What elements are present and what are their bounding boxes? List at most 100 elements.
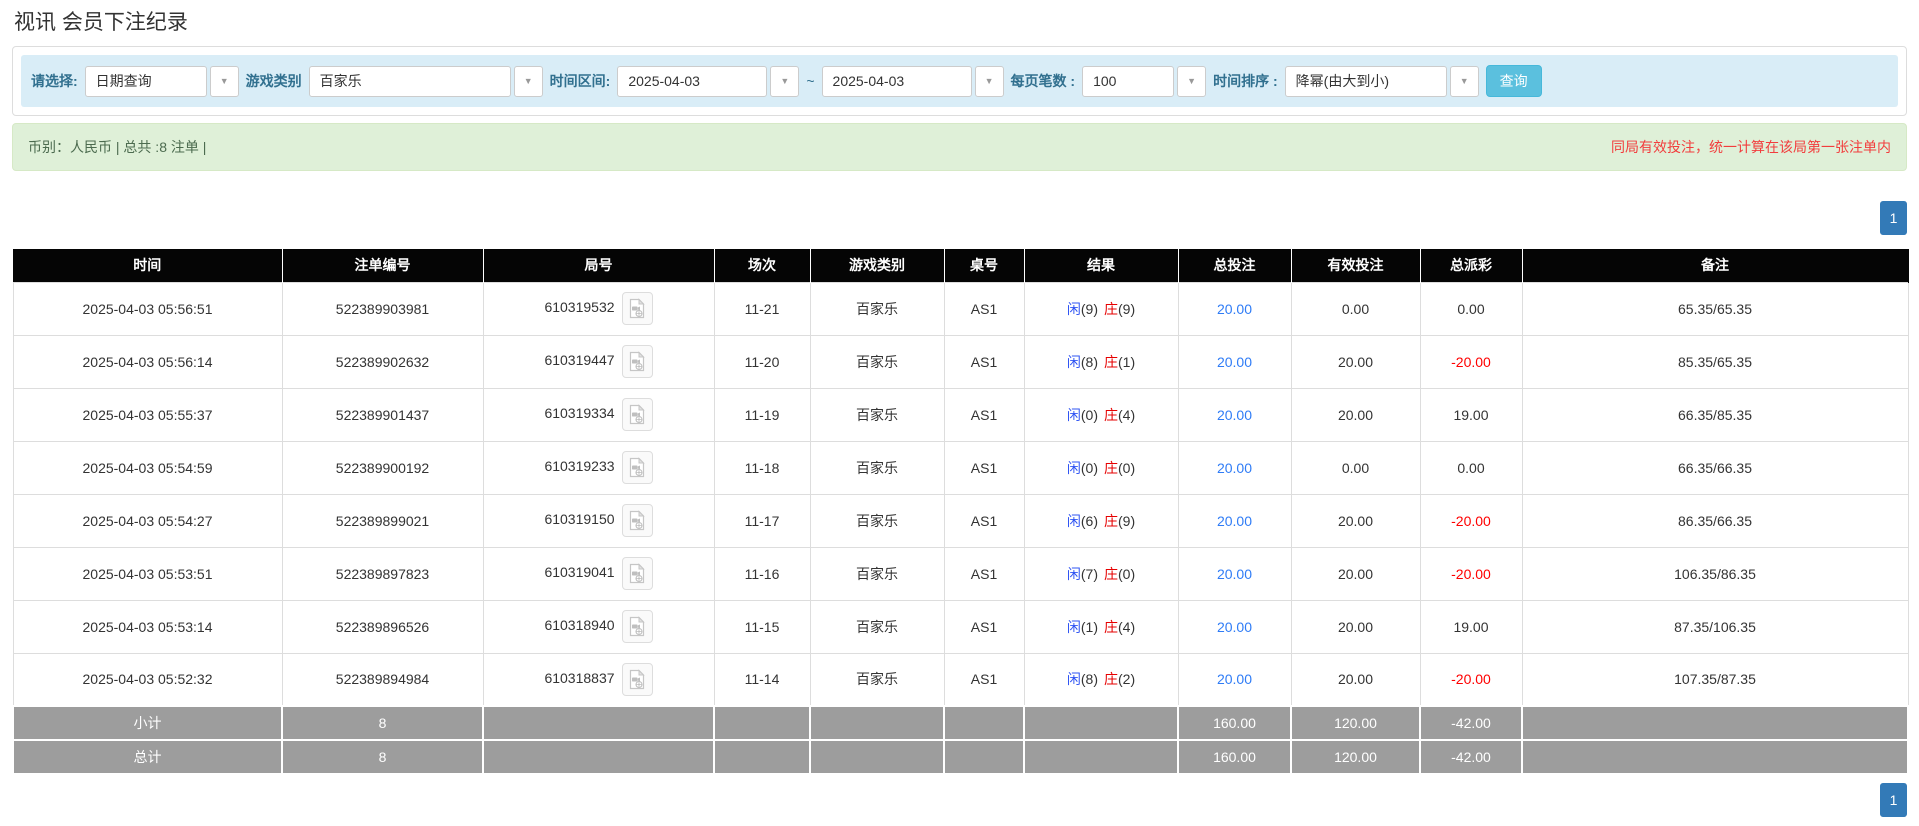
cell-round-no: 610318837 xyxy=(544,669,615,686)
cell-round-no: 610319041 xyxy=(544,564,615,581)
time-range-label: 时间区间: xyxy=(549,73,611,89)
total-bet-link[interactable]: 20.00 xyxy=(1217,513,1252,529)
round-video-button[interactable] xyxy=(621,398,653,431)
cell-total-bet: 20.00 xyxy=(1177,440,1292,495)
result-player-label: 闲 xyxy=(1066,671,1081,688)
result-banker-label: 庄 xyxy=(1104,300,1118,317)
cell-time: 2025-04-03 05:56:51 xyxy=(12,281,283,336)
round-video-button[interactable] xyxy=(621,662,653,696)
column-header: 桌号 xyxy=(944,249,1025,282)
game-category-value[interactable]: 百家乐 xyxy=(308,65,511,97)
round-video-button[interactable] xyxy=(621,345,653,378)
cell-total-bet: 20.00 xyxy=(1177,281,1292,336)
column-header: 局号 xyxy=(483,249,715,282)
cell-result: 闲(7) 庄(0) xyxy=(1023,546,1179,601)
pagination-top: 1 xyxy=(12,201,1907,235)
chevron-down-icon[interactable]: ▼ xyxy=(1449,65,1479,97)
round-video-button[interactable] xyxy=(621,610,653,643)
result-player-value: (0) xyxy=(1080,459,1098,476)
select-type-value[interactable]: 日期查询 xyxy=(84,65,207,97)
valid-bet-notice-text: 同局有效投注，统一计算在该局第一张注单内 xyxy=(1611,139,1891,155)
result-banker-value: (1) xyxy=(1118,353,1136,370)
cell-round: 610319041 xyxy=(482,546,715,601)
summary-valid-bet: 120.00 xyxy=(1290,739,1421,775)
page-button-1[interactable]: 1 xyxy=(1880,201,1907,235)
cell-remark: 66.35/66.35 xyxy=(1521,440,1909,495)
cell-result: 闲(1) 庄(4) xyxy=(1023,599,1179,654)
total-bet-link[interactable]: 20.00 xyxy=(1217,354,1252,370)
select-type-dropdown[interactable]: 日期查询 ▼ xyxy=(84,65,239,97)
cell-game: 百家乐 xyxy=(809,599,945,654)
summary-payout: -42.00 xyxy=(1419,739,1523,775)
total-bet-link[interactable]: 20.00 xyxy=(1217,671,1252,687)
cell-payout: -20.00 xyxy=(1419,546,1523,601)
result-banker-label: 庄 xyxy=(1104,459,1118,476)
cell-round: 610319233 xyxy=(482,440,715,495)
summary-label: 小计 xyxy=(12,705,283,741)
page-size-value[interactable]: 100 xyxy=(1082,65,1175,97)
summary-empty-cell xyxy=(1521,739,1909,775)
round-video-button[interactable] xyxy=(621,557,653,590)
page-root: 视讯 会员下注纪录 请选择: 日期查询 ▼ 游戏类别 百家乐 ▼ 时间区间: 2… xyxy=(0,0,1919,817)
cell-table-no: AS1 xyxy=(943,440,1025,495)
chevron-down-icon[interactable]: ▼ xyxy=(513,65,543,97)
cell-session: 11-17 xyxy=(713,493,811,548)
chevron-down-icon[interactable]: ▼ xyxy=(1177,65,1207,97)
query-button[interactable]: 查询 xyxy=(1485,65,1542,97)
date-to-dropdown[interactable]: 2025-04-03 ▼ xyxy=(821,65,1004,97)
cell-bet-no: 522389901437 xyxy=(281,387,484,442)
result-player-label: 闲 xyxy=(1066,512,1081,529)
date-from-value[interactable]: 2025-04-03 xyxy=(617,65,768,97)
table-row: 2025-04-03 05:53:51 522389897823 6103190… xyxy=(12,546,1909,601)
table-row: 2025-04-03 05:56:51 522389903981 6103195… xyxy=(12,281,1909,336)
game-category-dropdown[interactable]: 百家乐 ▼ xyxy=(308,65,543,97)
summary-row: 总计 8 160.00 120.00 -42.00 xyxy=(12,739,1909,775)
cell-round: 610319447 xyxy=(482,334,715,389)
result-player-value: (8) xyxy=(1080,353,1098,370)
cell-valid-bet: 20.00 xyxy=(1290,493,1421,548)
round-video-button[interactable] xyxy=(621,451,653,484)
table-row: 2025-04-03 05:54:59 522389900192 6103192… xyxy=(12,440,1909,495)
summary-empty-cell xyxy=(943,705,1025,741)
time-sort-value[interactable]: 降幂(由大到小) xyxy=(1284,65,1447,97)
chevron-down-icon[interactable]: ▼ xyxy=(209,65,239,97)
cell-session: 11-14 xyxy=(713,652,811,707)
summary-empty-cell xyxy=(943,739,1025,775)
cell-bet-no: 522389903981 xyxy=(281,281,484,336)
total-bet-link[interactable]: 20.00 xyxy=(1217,301,1252,317)
table-row: 2025-04-03 05:55:37 522389901437 6103193… xyxy=(12,387,1909,442)
cell-table-no: AS1 xyxy=(943,546,1025,601)
table-row: 2025-04-03 05:54:27 522389899021 6103191… xyxy=(12,493,1909,548)
column-header: 时间 xyxy=(13,249,283,282)
cell-payout: 0.00 xyxy=(1419,440,1523,495)
cell-time: 2025-04-03 05:54:27 xyxy=(12,493,283,548)
cell-valid-bet: 20.00 xyxy=(1290,334,1421,389)
round-video-button[interactable] xyxy=(621,292,653,325)
chevron-down-icon[interactable]: ▼ xyxy=(974,65,1004,97)
summary-total-bet: 160.00 xyxy=(1177,739,1292,775)
cell-valid-bet: 0.00 xyxy=(1290,281,1421,336)
cell-game: 百家乐 xyxy=(809,493,945,548)
time-sort-label: 时间排序 : xyxy=(1213,73,1278,89)
date-from-dropdown[interactable]: 2025-04-03 ▼ xyxy=(617,65,800,97)
result-player-value: (9) xyxy=(1080,300,1098,317)
result-player-label: 闲 xyxy=(1066,618,1081,635)
page-size-dropdown[interactable]: 100 ▼ xyxy=(1082,65,1207,97)
chevron-down-icon[interactable]: ▼ xyxy=(770,65,800,97)
total-bet-link[interactable]: 20.00 xyxy=(1217,619,1252,635)
total-bet-link[interactable]: 20.00 xyxy=(1217,566,1252,582)
total-bet-link[interactable]: 20.00 xyxy=(1217,460,1252,476)
time-sort-dropdown[interactable]: 降幂(由大到小) ▼ xyxy=(1284,65,1479,97)
round-video-button[interactable] xyxy=(621,504,653,537)
date-to-value[interactable]: 2025-04-03 xyxy=(821,65,972,97)
cell-payout: -20.00 xyxy=(1419,652,1523,707)
result-banker-value: (0) xyxy=(1118,565,1136,582)
page-button-1[interactable]: 1 xyxy=(1880,783,1907,817)
video-record-icon xyxy=(629,351,645,372)
total-bet-link[interactable]: 20.00 xyxy=(1217,407,1252,423)
cell-bet-no: 522389896526 xyxy=(281,599,484,654)
summary-row: 小计 8 160.00 120.00 -42.00 xyxy=(12,705,1909,741)
cell-remark: 85.35/65.35 xyxy=(1521,334,1909,389)
cell-round-no: 610318940 xyxy=(544,617,615,634)
summary-count: 8 xyxy=(281,739,484,775)
